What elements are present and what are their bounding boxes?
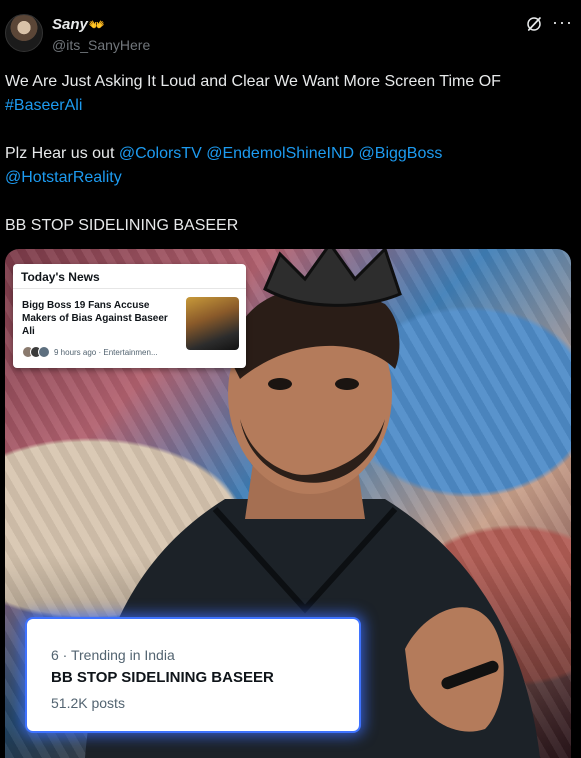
author-display-name[interactable]: Sany👐 xyxy=(52,16,105,33)
hashtag-baseerali[interactable]: #BaseerAli xyxy=(5,97,82,114)
trend-title: BB STOP SIDELINING BASEER xyxy=(51,669,274,686)
news-meta: 9 hours ago · Entertainmen... xyxy=(22,346,158,358)
news-thumbnail xyxy=(186,297,239,350)
tweet-header: Sany👐 @its_SanyHere ··· xyxy=(0,0,581,62)
grok-icon[interactable] xyxy=(525,15,543,33)
news-heading: Today's News xyxy=(21,270,100,284)
news-meta-text: 9 hours ago · Entertainmen... xyxy=(54,347,158,357)
tweet-line-1: We Are Just Asking It Loud and Clear We … xyxy=(5,73,501,90)
news-divider xyxy=(13,288,246,289)
hands-emoji: 👐 xyxy=(88,17,106,32)
tweet-text: We Are Just Asking It Loud and Clear We … xyxy=(5,70,575,238)
author-handle[interactable]: @its_SanyHere xyxy=(52,37,150,53)
mention-hotstarreality[interactable]: @HotstarReality xyxy=(5,169,122,186)
tweet-line-3-prefix: Plz Hear us out xyxy=(5,145,119,162)
author-avatar[interactable] xyxy=(5,14,43,52)
tweet-line-5: BB STOP SIDELINING BASEER xyxy=(5,217,239,234)
mention-biggboss[interactable]: @BiggBoss xyxy=(359,145,443,162)
todays-news-card: Today's News Bigg Boss 19 Fans Accuse Ma… xyxy=(13,264,246,368)
news-title: Bigg Boss 19 Fans Accuse Makers of Bias … xyxy=(22,300,168,337)
trend-posts: 51.2K posts xyxy=(51,695,125,711)
mention-endemolshineind[interactable]: @EndemolShineIND xyxy=(206,145,354,162)
news-avatars xyxy=(22,346,50,358)
more-icon[interactable]: ··· xyxy=(552,12,573,33)
trend-rank: 6 · Trending in India xyxy=(51,647,175,663)
tweet-media-image[interactable]: Today's News Bigg Boss 19 Fans Accuse Ma… xyxy=(5,249,571,758)
mention-colorstv[interactable]: @ColorsTV xyxy=(119,145,202,162)
trending-card: 6 · Trending in India BB STOP SIDELINING… xyxy=(27,619,359,731)
